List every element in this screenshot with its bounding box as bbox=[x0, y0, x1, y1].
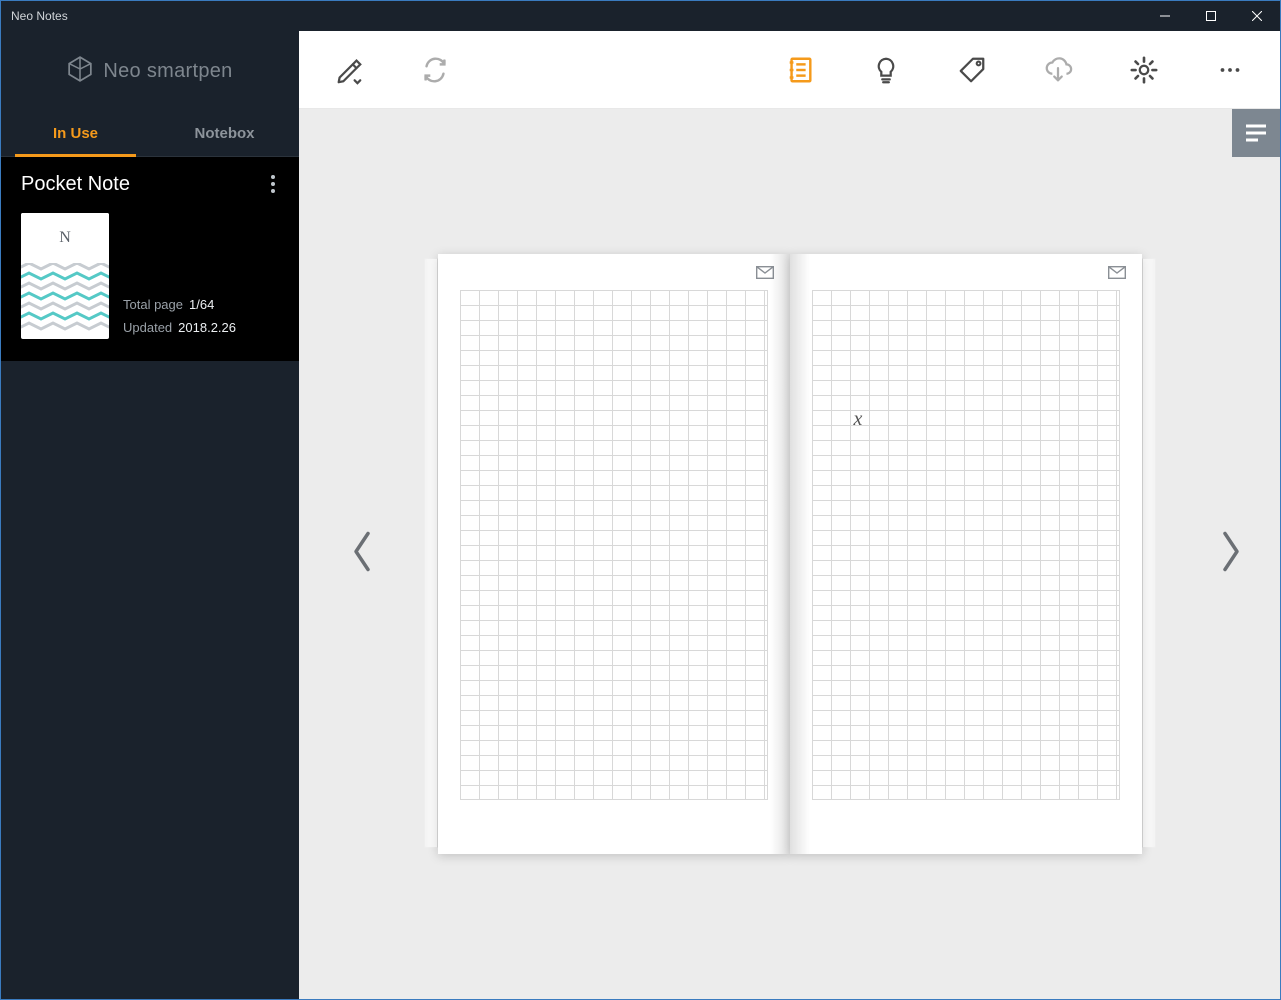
tab-notebox-label: Notebox bbox=[195, 125, 255, 142]
thumb-letter: N bbox=[59, 229, 71, 247]
pen-icon bbox=[334, 55, 364, 85]
thumb-pattern bbox=[21, 263, 109, 339]
gear-icon bbox=[1129, 55, 1159, 85]
settings-button[interactable] bbox=[1128, 54, 1160, 86]
page-right[interactable]: x bbox=[790, 254, 1142, 854]
minimize-button[interactable] bbox=[1142, 1, 1188, 31]
sidebar-tabs: In Use Notebox bbox=[1, 111, 299, 157]
page-viewer: x bbox=[299, 109, 1280, 999]
main: x bbox=[299, 31, 1280, 999]
notebook-item[interactable]: Pocket Note N bbox=[1, 157, 299, 361]
notebook-spread: x bbox=[438, 254, 1142, 854]
mail-icon-right bbox=[1108, 266, 1126, 284]
mail-icon-left bbox=[756, 266, 774, 284]
chevron-right-icon bbox=[1218, 530, 1244, 574]
tab-in-use-label: In Use bbox=[53, 125, 98, 142]
brand: Neo smartpen bbox=[1, 31, 299, 111]
maximize-button[interactable] bbox=[1188, 1, 1234, 31]
notebook-title: Pocket Note bbox=[21, 173, 130, 196]
tag-icon bbox=[957, 55, 987, 85]
notebook-icon bbox=[785, 55, 815, 85]
meta-updated-label: Updated bbox=[123, 320, 172, 335]
meta-total-page: Total page 1/64 bbox=[123, 297, 236, 312]
window-controls bbox=[1142, 1, 1280, 31]
notebook-list: Pocket Note N bbox=[1, 157, 299, 999]
meta-total-page-label: Total page bbox=[123, 297, 183, 312]
sync-icon bbox=[420, 55, 450, 85]
notebook-header: Pocket Note bbox=[21, 171, 279, 197]
app-window: Neo Notes Neo smartpen In Use bbox=[0, 0, 1281, 1000]
close-button[interactable] bbox=[1234, 1, 1280, 31]
tab-in-use[interactable]: In Use bbox=[1, 111, 150, 156]
tab-notebox[interactable]: Notebox bbox=[150, 111, 299, 156]
menu-icon bbox=[1244, 123, 1268, 143]
toolbar bbox=[299, 31, 1280, 109]
meta-updated: Updated 2018.2.26 bbox=[123, 320, 236, 335]
body: Neo smartpen In Use Notebox Pocket Note … bbox=[1, 31, 1280, 999]
notebook-view-button[interactable] bbox=[784, 54, 816, 86]
page-stack-left bbox=[424, 258, 438, 848]
lightbulb-icon bbox=[871, 55, 901, 85]
chevron-left-icon bbox=[349, 530, 375, 574]
tag-button[interactable] bbox=[956, 54, 988, 86]
notebook-thumbnail: N bbox=[21, 213, 109, 339]
idea-button[interactable] bbox=[870, 54, 902, 86]
notebook-body: N bbox=[21, 213, 279, 339]
notebook-more-button[interactable] bbox=[267, 171, 279, 197]
pen-button[interactable] bbox=[333, 54, 365, 86]
more-icon bbox=[1215, 55, 1245, 85]
prev-page-button[interactable] bbox=[349, 530, 375, 579]
window-titlebar: Neo Notes bbox=[1, 1, 1280, 31]
sidebar: Neo smartpen In Use Notebox Pocket Note … bbox=[1, 31, 299, 999]
window-title: Neo Notes bbox=[11, 9, 68, 23]
side-panel-toggle[interactable] bbox=[1232, 109, 1280, 157]
meta-total-page-value: 1/64 bbox=[189, 297, 214, 312]
ink-stroke: x bbox=[854, 408, 863, 431]
thumb-top: N bbox=[21, 213, 109, 263]
cloud-download-icon bbox=[1043, 55, 1073, 85]
cloud-download-button[interactable] bbox=[1042, 54, 1074, 86]
page-stack-right bbox=[1142, 258, 1156, 848]
more-button[interactable] bbox=[1214, 54, 1246, 86]
page-right-grid: x bbox=[812, 290, 1120, 800]
meta-updated-value: 2018.2.26 bbox=[178, 320, 236, 335]
next-page-button[interactable] bbox=[1218, 530, 1244, 579]
notebook-meta: Total page 1/64 Updated 2018.2.26 bbox=[123, 213, 236, 339]
page-left[interactable] bbox=[438, 254, 790, 854]
sync-button[interactable] bbox=[419, 54, 451, 86]
brand-text: Neo smartpen bbox=[103, 60, 232, 83]
page-left-grid bbox=[460, 290, 768, 800]
brand-logo-icon bbox=[67, 56, 93, 87]
